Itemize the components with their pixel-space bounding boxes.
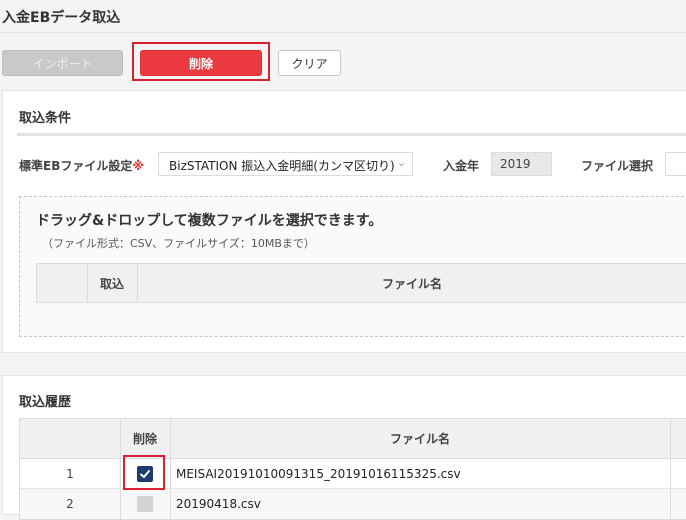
delete-button[interactable]: 削除 <box>140 50 262 76</box>
clear-button[interactable]: クリア <box>278 50 341 76</box>
file-select-input[interactable] <box>665 152 686 176</box>
hist-divider-3 <box>670 489 671 519</box>
dz-col-blank <box>37 264 87 302</box>
title-divider <box>0 32 686 33</box>
year-field: 2019 <box>491 152 552 176</box>
row-number: 2 <box>66 497 74 511</box>
eb-setting-value: BizSTATION 振込入金明細(カンマ区切り) <box>169 159 395 173</box>
dropzone-instruction: ドラッグ&ドロップして複数ファイルを選択できます。 <box>36 213 383 229</box>
import-button[interactable]: インポート <box>2 50 123 76</box>
chevron-down-icon: ⌄ <box>396 156 406 169</box>
table-row[interactable]: 1 MEISAI20191010091315_20191016115325.cs… <box>20 459 686 489</box>
import-history-panel: 取込履歴 削除 ファイル名 1 MEISAI20191010091315_201… <box>2 375 686 520</box>
required-mark: ※ <box>132 159 145 173</box>
year-label: 入金年 <box>443 159 480 173</box>
dropzone-file-limits: （ファイル形式：CSV、ファイルサイズ：10MBまで） <box>42 237 315 250</box>
hist-divider-3 <box>670 419 671 458</box>
hist-col-filename: ファイル名 <box>389 432 450 446</box>
dropzone-table-header: 取込 ファイル名 <box>36 263 686 303</box>
hist-col-no <box>20 419 120 458</box>
page-title: 入金EBデータ取込 <box>2 10 121 26</box>
import-history-heading: 取込履歴 <box>19 395 72 410</box>
eb-setting-label: 標準EBファイル設定※ <box>19 157 144 174</box>
history-table-header: 削除 ファイル名 <box>20 419 686 459</box>
row-delete-cell <box>120 489 170 519</box>
delete-checkbox[interactable] <box>137 496 153 512</box>
file-dropzone[interactable]: ドラッグ&ドロップして複数ファイルを選択できます。 （ファイル形式：CSV、ファ… <box>19 196 686 337</box>
history-table: 削除 ファイル名 1 MEISAI20191010091315_20191016… <box>19 418 686 520</box>
import-conditions-heading: 取込条件 <box>19 111 72 126</box>
dz-col-import: 取込 <box>99 276 124 291</box>
row-filename: 20190418.csv <box>176 497 261 511</box>
conditions-divider <box>17 133 686 136</box>
delete-checkbox-highlight <box>123 455 165 490</box>
hist-divider-3 <box>670 459 671 488</box>
eb-setting-label-text: 標準EBファイル設定 <box>19 159 133 173</box>
import-conditions-panel: 取込条件 標準EBファイル設定※ BizSTATION 振込入金明細(カンマ区切… <box>2 90 686 353</box>
row-filename: MEISAI20191010091315_20191016115325.csv <box>176 466 461 481</box>
row-number: 1 <box>66 466 74 481</box>
file-select-label: ファイル選択 <box>581 159 654 173</box>
dz-col-filename: ファイル名 <box>381 276 442 291</box>
eb-setting-select[interactable]: BizSTATION 振込入金明細(カンマ区切り) ⌄ <box>158 152 413 176</box>
table-row[interactable]: 2 20190418.csv <box>20 489 686 519</box>
hist-col-delete: 削除 <box>132 432 157 446</box>
